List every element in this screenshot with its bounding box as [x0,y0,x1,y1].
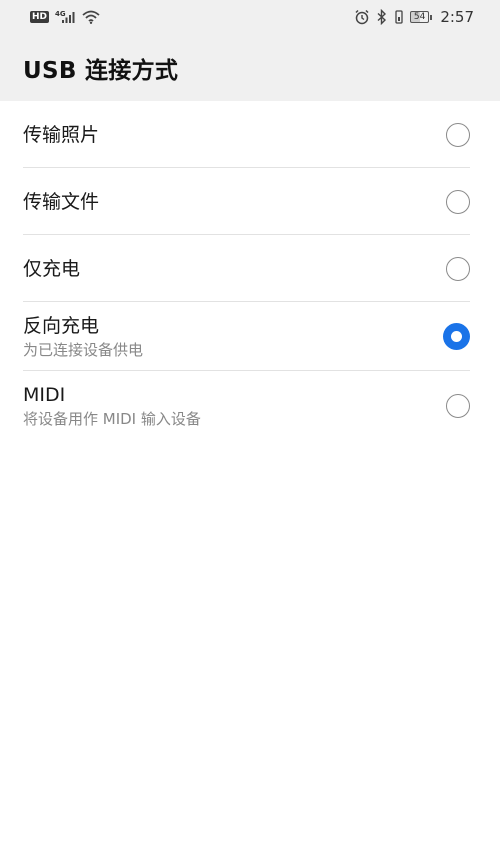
option-text: 传输照片 [23,123,99,147]
option-subtitle: 将设备用作 MIDI 输入设备 [23,409,201,428]
option-label: 传输照片 [23,123,100,146]
option-subtitle: 为已连接设备供电 [23,340,144,359]
page-title: USB 连接方式 [23,57,179,84]
option-text: MIDI 将设备用作 MIDI 输入设备 [23,383,201,429]
option-midi[interactable]: MIDI 将设备用作 MIDI 输入设备 [0,371,500,440]
option-text: 反向充电 为已连接设备供电 [23,314,143,360]
hd-icon: HD [30,11,50,23]
usb-mode-list: 传输照片 传输文件 仅充电 反向充电 为已连接设备供电 MIDI 将设备用作 M… [0,101,500,440]
network-type-label: 4G [55,10,66,18]
alarm-icon [354,9,370,25]
option-label: 传输文件 [23,190,100,213]
option-charge-only[interactable]: 仅充电 [0,235,500,302]
radio-button[interactable] [446,122,470,147]
radio-button[interactable] [446,393,470,418]
option-reverse-charging[interactable]: 反向充电 为已连接设备供电 [0,302,500,371]
bluetooth-icon [376,9,388,25]
option-label: 仅充电 [23,257,81,280]
status-right: 54 2:57 [354,8,474,26]
radio-button-selected[interactable] [443,323,470,350]
status-left: HD 4G [30,10,100,24]
option-transfer-photos[interactable]: 传输照片 [0,101,500,168]
option-text: 仅充电 [23,257,80,281]
status-bar: HD 4G 54 2:57 [0,0,500,34]
wifi-icon [82,10,100,24]
battery-level: 54 [409,11,430,23]
cell-signal-icon: 4G [55,10,76,23]
radio-button[interactable] [446,189,470,214]
option-label: 反向充电 [23,314,100,337]
radio-button[interactable] [446,256,470,281]
vibrate-icon [394,10,404,24]
status-time: 2:57 [440,8,474,26]
option-label: MIDI [23,383,66,406]
title-bar: USB 连接方式 [0,34,500,101]
battery-tip [430,14,433,20]
option-text: 传输文件 [23,190,99,214]
radio-dot [451,331,462,342]
battery-icon: 54 [409,11,433,23]
option-transfer-files[interactable]: 传输文件 [0,168,500,235]
